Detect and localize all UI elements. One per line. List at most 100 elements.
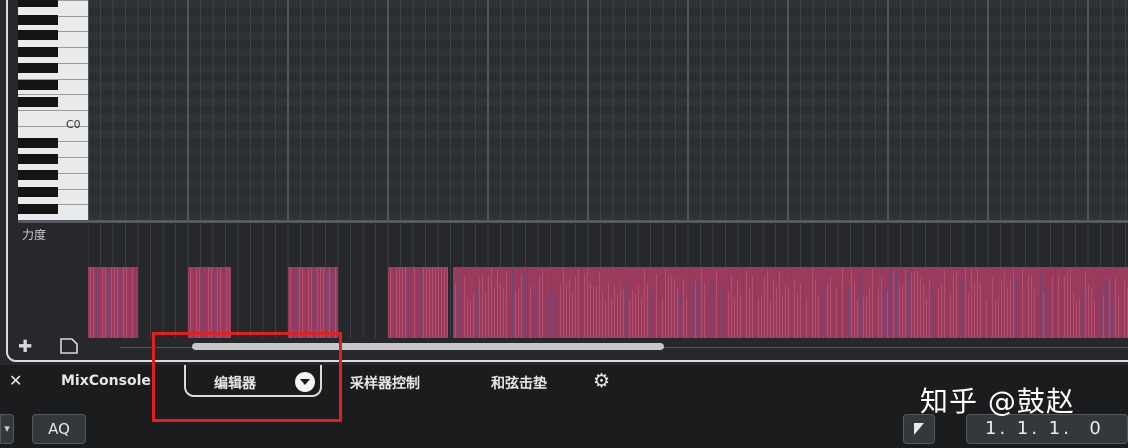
velocity-bar[interactable] [491, 267, 492, 338]
velocity-bar[interactable] [512, 267, 513, 338]
velocity-bar[interactable] [560, 283, 561, 338]
velocity-bar[interactable] [1085, 271, 1086, 338]
velocity-bar[interactable] [584, 273, 585, 338]
velocity-bar[interactable] [821, 285, 822, 338]
velocity-bar[interactable] [968, 292, 969, 338]
velocity-bar[interactable] [698, 278, 699, 338]
velocity-bar[interactable] [1046, 289, 1047, 338]
velocity-bar[interactable] [917, 270, 918, 338]
velocity-bar[interactable] [1088, 284, 1089, 338]
velocity-bar[interactable] [1025, 288, 1026, 338]
velocity-bar[interactable] [938, 288, 939, 338]
velocity-bar[interactable] [791, 270, 792, 338]
velocity-bar[interactable] [108, 267, 109, 338]
velocity-bar[interactable] [524, 272, 525, 338]
velocity-bar[interactable] [578, 269, 579, 338]
velocity-bar[interactable] [1064, 275, 1065, 338]
velocity-bar[interactable] [953, 274, 954, 338]
velocity-bar[interactable] [806, 298, 807, 338]
velocity-bar[interactable] [1082, 291, 1083, 338]
velocity-bar[interactable] [983, 293, 984, 338]
velocity-bar[interactable] [980, 282, 981, 338]
velocity-bar[interactable] [959, 293, 960, 338]
velocity-bar[interactable] [123, 267, 124, 338]
velocity-bar[interactable] [566, 282, 567, 338]
velocity-bar[interactable] [405, 267, 406, 338]
velocity-bar[interactable] [557, 281, 558, 338]
velocity-bar[interactable] [1028, 275, 1029, 338]
black-key[interactable] [18, 170, 58, 180]
velocity-bar[interactable] [587, 268, 588, 338]
velocity-bar[interactable] [1052, 277, 1053, 338]
velocity-bar[interactable] [707, 298, 708, 338]
velocity-bar[interactable] [839, 284, 840, 338]
velocity-bar[interactable] [1121, 293, 1122, 338]
velocity-bar[interactable] [1079, 297, 1080, 338]
velocity-bar[interactable] [1040, 271, 1041, 338]
velocity-bar[interactable] [602, 290, 603, 338]
note-grid[interactable] [88, 0, 1128, 220]
velocity-bar[interactable] [135, 267, 136, 338]
velocity-bar[interactable] [417, 267, 418, 338]
velocity-bar[interactable] [408, 267, 409, 338]
velocity-bar[interactable] [647, 283, 648, 338]
velocity-bar[interactable] [494, 287, 495, 338]
velocity-bar[interactable] [126, 267, 127, 338]
velocity-bar[interactable] [1094, 300, 1095, 338]
velocity-bar[interactable] [414, 267, 415, 338]
velocity-bar[interactable] [411, 267, 412, 338]
velocity-bar[interactable] [632, 289, 633, 338]
velocity-bar[interactable] [563, 267, 564, 338]
velocity-bar[interactable] [890, 267, 891, 338]
velocity-bar[interactable] [521, 275, 522, 338]
velocity-bar[interactable] [899, 284, 900, 338]
velocity-bar[interactable] [857, 300, 858, 338]
black-key[interactable] [18, 138, 58, 148]
velocity-bar[interactable] [1043, 293, 1044, 338]
velocity-bar[interactable] [848, 288, 849, 338]
velocity-bar[interactable] [725, 279, 726, 338]
velocity-bar[interactable] [199, 267, 200, 338]
velocity-bar[interactable] [208, 267, 209, 338]
velocity-bar[interactable] [447, 267, 448, 338]
velocity-bar[interactable] [866, 296, 867, 338]
velocity-bar[interactable] [308, 267, 309, 338]
velocity-bar[interactable] [734, 298, 735, 338]
velocity-bar[interactable] [695, 281, 696, 338]
velocity-bar[interactable] [800, 282, 801, 338]
velocity-bar[interactable] [812, 268, 813, 338]
black-key[interactable] [18, 47, 58, 57]
velocity-bar[interactable] [986, 300, 987, 338]
velocity-bar[interactable] [833, 286, 834, 338]
velocity-bar[interactable] [767, 271, 768, 338]
velocity-bar[interactable] [1058, 274, 1059, 338]
velocity-bar[interactable] [1118, 296, 1119, 338]
velocity-bar[interactable] [782, 295, 783, 338]
velocity-bar[interactable] [476, 286, 477, 338]
velocity-lane[interactable] [88, 224, 1128, 338]
velocity-bar[interactable] [644, 268, 645, 338]
velocity-bar[interactable] [785, 285, 786, 338]
velocity-bar[interactable] [764, 276, 765, 338]
velocity-bar[interactable] [830, 275, 831, 338]
gear-icon[interactable]: ⚙ [593, 370, 610, 392]
velocity-bar[interactable] [90, 267, 91, 338]
velocity-bar[interactable] [683, 279, 684, 338]
velocity-bar[interactable] [929, 279, 930, 338]
black-key[interactable] [18, 63, 58, 73]
velocity-bar[interactable] [770, 300, 771, 338]
velocity-bar[interactable] [581, 269, 582, 338]
velocity-bar[interactable] [503, 287, 504, 338]
velocity-bar[interactable] [908, 269, 909, 338]
velocity-bar[interactable] [482, 274, 483, 338]
velocity-bar[interactable] [629, 301, 630, 338]
velocity-bar[interactable] [689, 269, 690, 338]
velocity-bar[interactable] [827, 283, 828, 338]
velocity-bar[interactable] [1115, 278, 1116, 338]
velocity-bar[interactable] [1016, 280, 1017, 338]
velocity-bar[interactable] [911, 272, 912, 338]
velocity-bar[interactable] [536, 284, 537, 338]
velocity-bar[interactable] [569, 278, 570, 338]
tab-sampler-control[interactable]: 采样器控制 [350, 373, 420, 393]
velocity-bar[interactable] [731, 275, 732, 338]
